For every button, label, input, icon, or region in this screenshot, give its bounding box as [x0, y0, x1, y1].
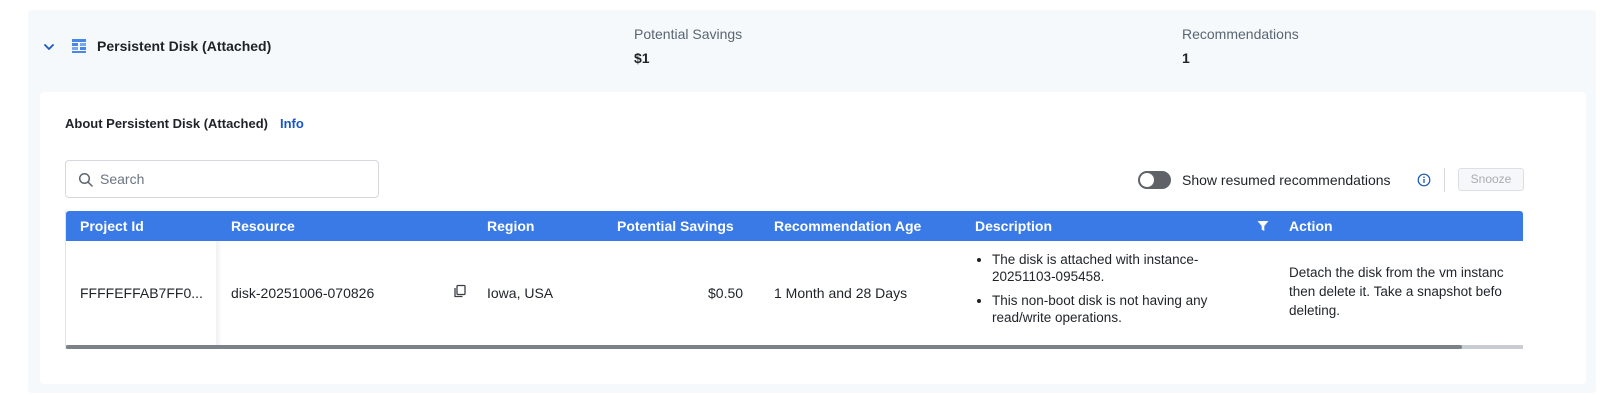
cell-recommendation-age: 1 Month and 28 Days — [774, 285, 908, 301]
info-link[interactable]: Info — [280, 116, 304, 131]
column-action[interactable]: Action — [1289, 218, 1333, 234]
cell-resource: disk-20251006-070826 — [231, 285, 375, 301]
action-line: deleting. — [1289, 303, 1341, 318]
column-recommendation-age[interactable]: Recommendation Age — [774, 218, 921, 234]
filter-icon[interactable] — [1256, 219, 1270, 233]
search-input[interactable] — [100, 169, 360, 189]
service-panel: Persistent Disk (Attached) Potential Sav… — [28, 10, 1596, 393]
column-region[interactable]: Region — [487, 218, 534, 234]
copy-icon[interactable] — [453, 284, 467, 298]
potential-savings-value: $1 — [634, 50, 650, 66]
table-row[interactable]: FFFFEFFAB7FF0... disk-20251006-070826 Io… — [66, 241, 1523, 345]
recommendations-label: Recommendations — [1182, 26, 1299, 42]
search-icon — [78, 172, 93, 187]
persistent-disk-icon — [72, 39, 86, 53]
show-resumed-toggle[interactable] — [1138, 171, 1171, 189]
recommendation-card: About Persistent Disk (Attached) Info Sh… — [40, 92, 1586, 384]
chevron-down-icon[interactable] — [42, 40, 56, 54]
show-resumed-label: Show resumed recommendations — [1182, 172, 1391, 188]
column-potential-savings[interactable]: Potential Savings — [617, 218, 734, 234]
cell-description: The disk is attached with instance-20251… — [974, 251, 1254, 333]
toolbar-divider — [1444, 168, 1445, 192]
cell-project-id: FFFFEFFAB7FF0... — [80, 285, 203, 301]
action-line: then delete it. Take a snapshot befo — [1289, 284, 1502, 299]
toggle-knob — [1140, 173, 1154, 187]
search-box[interactable] — [65, 160, 379, 198]
sticky-column-shadow — [216, 241, 222, 345]
potential-savings-label: Potential Savings — [634, 26, 743, 42]
cell-potential-savings: $0.50 — [708, 285, 744, 301]
cell-action: Detach the disk from the vm instanc then… — [1289, 263, 1523, 320]
column-resource[interactable]: Resource — [231, 218, 295, 234]
about-title: About Persistent Disk (Attached) — [65, 116, 268, 131]
recommendations-table: Project Id Resource Region Potential Sav… — [65, 211, 1523, 349]
scrollbar-thumb[interactable] — [66, 345, 1462, 349]
recommendations-value: 1 — [1182, 50, 1190, 66]
description-item: The disk is attached with instance-20251… — [992, 251, 1254, 285]
cell-region: Iowa, USA — [487, 285, 554, 301]
snooze-button[interactable]: Snooze — [1458, 168, 1524, 191]
service-header[interactable]: Persistent Disk (Attached) Potential Sav… — [28, 10, 1596, 92]
horizontal-scrollbar[interactable] — [66, 345, 1523, 349]
column-description[interactable]: Description — [975, 218, 1052, 234]
service-title: Persistent Disk (Attached) — [97, 38, 272, 54]
column-project-id[interactable]: Project Id — [80, 218, 144, 234]
table-header: Project Id Resource Region Potential Sav… — [66, 211, 1523, 241]
action-line: Detach the disk from the vm instanc — [1289, 265, 1504, 280]
description-item: This non-boot disk is not having any rea… — [992, 292, 1254, 326]
info-icon[interactable] — [1417, 173, 1431, 187]
